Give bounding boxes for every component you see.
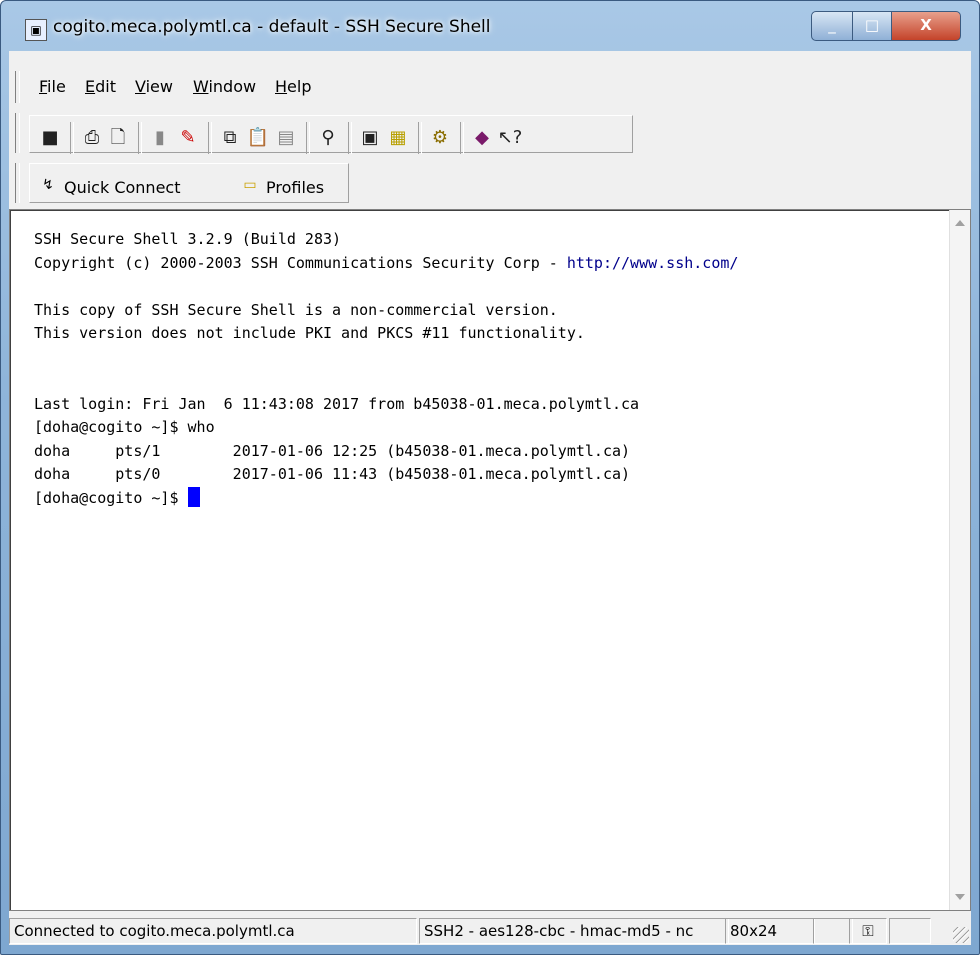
resize-grip[interactable] <box>953 927 969 943</box>
toolbar-separator <box>460 122 464 154</box>
paste-alt-icon[interactable]: ▤ <box>272 124 300 152</box>
menu-view[interactable]: View <box>135 77 173 96</box>
status-cipher: SSH2 - aes128-cbc - hmac-md5 - nc <box>419 918 729 944</box>
window-title: cogito.meca.polymtl.ca - default - SSH S… <box>53 17 491 37</box>
menu-edit[interactable]: Edit <box>85 77 116 96</box>
terminal-line: [doha@cogito ~]$ who <box>34 418 215 436</box>
terminal-line: doha pts/0 2017-01-06 11:43 (b45038-01.m… <box>34 465 631 483</box>
scroll-up-arrow-icon[interactable] <box>955 220 965 226</box>
toolbar: ■ ⎙ 🗋 ▮ ✎ ⧉ 📋 ▤ ⚲ ▣ ▦ ⚙ ◆ ↖? <box>9 109 971 157</box>
terminal-view[interactable]: SSH Secure Shell 3.2.9 (Build 283) Copyr… <box>9 209 971 911</box>
minimize-button[interactable]: _ <box>811 11 853 41</box>
copy-icon[interactable]: ⧉ <box>216 124 244 152</box>
settings-icon[interactable]: ⚙ <box>426 124 454 152</box>
status-empty-panel <box>813 918 853 944</box>
quick-connect-icon[interactable]: ↯ <box>38 176 58 194</box>
quickbar-panel: ↯ Quick Connect ▭ Profiles <box>29 163 349 203</box>
find-icon[interactable]: ⚲ <box>314 124 342 152</box>
quick-connect-button[interactable]: Quick Connect <box>64 178 180 197</box>
help-book-icon[interactable]: ◆ <box>468 124 496 152</box>
toolbar-separator <box>418 122 422 154</box>
disconnect-icon[interactable]: ▮ <box>146 124 174 152</box>
terminal-line: SSH Secure Shell 3.2.9 (Build 283) <box>34 230 342 248</box>
menu-window[interactable]: Window <box>193 77 256 96</box>
menu-bar: File Edit View Window Help <box>9 67 971 107</box>
terminal-line: Last login: Fri Jan 6 11:43:08 2017 from… <box>34 394 640 413</box>
maximize-button[interactable]: □ <box>852 11 892 41</box>
terminal-line: This version does not include PKI and PK… <box>34 324 585 342</box>
toolbar-grip[interactable] <box>15 113 20 153</box>
toolbar-separator <box>348 122 352 154</box>
paste-icon[interactable]: 📋 <box>244 124 272 152</box>
print-icon[interactable]: ⎙ <box>78 124 106 152</box>
status-key-icon: ⚿ <box>849 918 887 944</box>
terminal-line: Copyright (c) 2000-2003 SSH Communicatio… <box>34 253 567 272</box>
status-connection: Connected to cogito.meca.polymtl.ca <box>9 918 417 944</box>
context-help-icon[interactable]: ↖? <box>496 124 524 152</box>
print-preview-icon[interactable]: 🗋 <box>104 124 132 152</box>
profiles-folder-icon[interactable]: ▭ <box>240 176 260 194</box>
app-terminal-icon: ▣ <box>25 19 47 41</box>
menu-file[interactable]: File <box>39 77 66 96</box>
scroll-down-arrow-icon[interactable] <box>955 894 965 900</box>
terminal-line: This copy of SSH Secure Shell is a non-c… <box>34 300 558 319</box>
new-terminal-icon[interactable]: ▣ <box>356 124 384 152</box>
status-bar: Connected to cogito.meca.polymtl.ca SSH2… <box>9 915 971 945</box>
profiles-button[interactable]: Profiles <box>266 178 324 197</box>
menubar-grip[interactable] <box>15 71 20 103</box>
terminal-output: SSH Secure Shell 3.2.9 (Build 283) Copyr… <box>34 228 738 510</box>
toolbar-panel: ■ ⎙ 🗋 ▮ ✎ ⧉ 📋 ▤ ⚲ ▣ ▦ ⚙ ◆ ↖? <box>29 115 633 154</box>
new-file-transfer-icon[interactable]: ▦ <box>384 124 412 152</box>
title-bar[interactable]: ▣ cogito.meca.polymtl.ca - default - SSH… <box>1 1 979 51</box>
terminal-link[interactable]: http://www.ssh.com/ <box>567 254 739 272</box>
quick-connect-bar: ↯ Quick Connect ▭ Profiles <box>9 159 971 207</box>
ssh-client-window: ▣ cogito.meca.polymtl.ca - default - SSH… <box>0 0 980 955</box>
toolbar-separator <box>138 122 142 154</box>
edit-settings-icon[interactable]: ✎ <box>174 124 202 152</box>
vertical-scrollbar[interactable] <box>949 210 970 910</box>
toolbar-separator <box>70 122 74 154</box>
toolbar-separator <box>306 122 310 154</box>
toolbar-separator <box>208 122 212 154</box>
status-empty-panel <box>889 918 931 944</box>
quickbar-grip[interactable] <box>15 163 20 203</box>
menu-help[interactable]: Help <box>275 77 311 96</box>
status-size: 80x24 <box>725 918 815 944</box>
client-area: File Edit View Window Help ■ ⎙ 🗋 ▮ ✎ ⧉ 📋… <box>9 51 971 945</box>
text-cursor <box>187 486 200 507</box>
close-button[interactable]: X <box>891 11 961 41</box>
terminal-line: doha pts/1 2017-01-06 12:25 (b45038-01.m… <box>34 441 631 460</box>
terminal-prompt: [doha@cogito ~]$ <box>34 488 188 507</box>
save-icon[interactable]: ■ <box>36 124 64 152</box>
